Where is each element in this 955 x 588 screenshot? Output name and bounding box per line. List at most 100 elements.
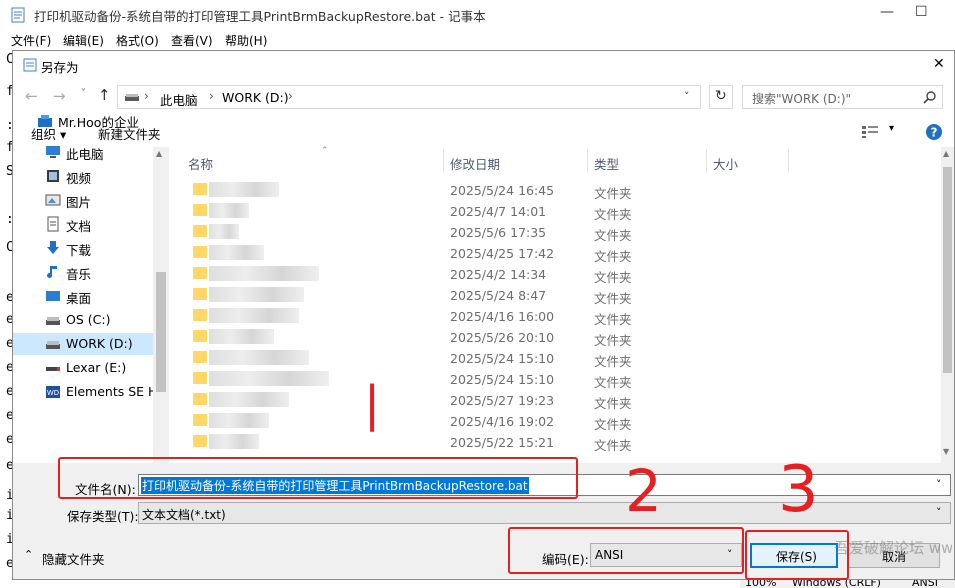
filetype-dropdown-icon[interactable]: ˅ [936,506,942,519]
menu-edit[interactable]: 编辑(E) [63,32,104,49]
file-date: 2025/5/24 15:10 [450,351,555,366]
forward-arrow-icon[interactable]: → [53,87,66,105]
scroll-thumb[interactable] [156,272,166,392]
view-options-icon[interactable] [862,126,880,138]
sidebar-item-lexar-e[interactable]: Lexar (E:) [13,357,153,379]
help-icon[interactable]: ? [925,123,943,141]
hide-folders-button[interactable]: 隐藏文件夹 [42,549,105,568]
file-list: 名称 ⌃ 修改日期 类型 大小 2025/5/24 16:45 文件夹 2025/4… [169,146,941,463]
menu-view[interactable]: 查看(V) [171,32,213,49]
maximize-button[interactable]: ☐ [915,4,928,20]
refresh-icon: ↻ [715,88,727,104]
redacted-name [209,245,264,260]
sidebar-item-[interactable]: 视频 [13,165,153,187]
annotation-mark-one: | [364,376,381,432]
sidebar-item-os-c[interactable]: OS (C:) [13,309,153,331]
file-list-scrollbar[interactable]: ▲ ▼ [941,147,954,463]
sidebar-item-label: 视频 [66,171,92,186]
file-row[interactable]: 2025/4/7 14:01 文件夹 [169,201,941,222]
sidebar-item-[interactable]: 此电脑 [13,141,153,163]
file-date: 2025/4/2 14:34 [450,267,547,282]
path-segment-work[interactable]: WORK (D:) [222,90,289,105]
annotation-mark-two: 2 [625,457,662,525]
file-row[interactable]: 2025/5/26 20:10 文件夹 [169,327,941,348]
path-segment-this-pc[interactable]: 此电脑 [160,90,198,109]
view-dropdown-icon[interactable]: ▾ [889,123,894,134]
notepad-icon [23,58,37,72]
menu-file[interactable]: 文件(F) [11,32,51,49]
search-box[interactable]: 搜索"WORK (D:)" [742,85,943,109]
address-dropdown-icon[interactable]: ˅ [684,90,690,103]
folder-icon [193,204,207,216]
file-row[interactable]: 2025/5/27 19:23 文件夹 [169,390,941,411]
scroll-up-icon[interactable]: ▲ [943,149,949,158]
scroll-down-icon[interactable]: ▼ [943,447,949,456]
file-date: 2025/5/24 16:45 [450,183,555,198]
navigation-pane: Mr.Hoo的企业 此电脑 视频 图片 文档 下载 音乐 桌面 OS (C:) WORK (D:)… [13,115,169,463]
sidebar-item-[interactable]: 音乐 [13,261,153,283]
svg-text:?: ? [931,126,938,140]
video-icon [47,170,59,182]
notepad-menu-bar: 文件(F) 编辑(E) 格式(O) 查看(V) 帮助(H) [0,30,955,50]
menu-format[interactable]: 格式(O) [116,32,159,49]
sidebar-item-mr-hoo[interactable]: Mr.Hoo的企业 [5,109,145,131]
file-row[interactable]: 2025/5/24 8:47 文件夹 [169,285,941,306]
file-date: 2025/5/24 8:47 [450,288,547,303]
minimize-button[interactable]: — [880,4,894,20]
file-row[interactable]: 2025/4/16 16:00 文件夹 [169,306,941,327]
navigation-pane-scrollbar[interactable]: ▲ [153,147,169,463]
column-size[interactable]: 大小 [713,154,738,173]
file-row[interactable]: 2025/5/24 16:45 文件夹 [169,180,941,201]
file-row[interactable]: 2025/4/25 17:42 文件夹 [169,243,941,264]
history-dropdown-icon[interactable]: ˅ [81,88,86,99]
sidebar-item-[interactable]: 图片 [13,189,153,211]
notepad-icon [11,7,25,23]
file-row[interactable]: 2025/5/24 15:10 文件夹 [169,369,941,390]
filetype-select[interactable]: 文本文档(*.txt) ˅ [138,502,951,524]
file-row[interactable]: 2025/5/6 17:35 文件夹 [169,222,941,243]
file-row[interactable]: 2025/4/2 14:34 文件夹 [169,264,941,285]
column-type[interactable]: 类型 [594,154,619,173]
search-input[interactable]: 搜索"WORK (D:)" [752,90,851,107]
svg-text:WD: WD [47,389,59,397]
close-button[interactable]: ✕ [933,56,945,72]
file-row[interactable]: 2025/4/16 19:02 文件夹 [169,411,941,432]
drive-icon [46,317,60,325]
file-row[interactable]: 2025/5/22 15:21 文件夹 [169,432,941,453]
file-row[interactable]: 2025/5/24 15:10 文件夹 [169,348,941,369]
column-date[interactable]: 修改日期 [450,154,500,173]
sidebar-item-label: 图片 [66,195,92,210]
redacted-name [209,371,329,386]
address-bar[interactable]: › 此电脑 › WORK (D:) › ˅ [117,85,701,109]
column-divider[interactable] [788,149,789,173]
refresh-button[interactable]: ↻ [709,85,733,109]
sidebar-item-elements-se-ha[interactable]: WD Elements SE Ha [13,381,165,403]
file-date: 2025/5/24 15:10 [450,372,555,387]
sidebar-item-work-d[interactable]: WORK (D:) [13,333,153,355]
sidebar-item-[interactable]: 下载 [13,237,153,259]
scroll-up-icon[interactable]: ▲ [156,149,162,158]
redacted-name [209,203,249,218]
folder-icon [193,393,207,405]
collapse-icon[interactable]: ⌃ [24,548,33,561]
drive-icon [46,341,60,349]
dialog-title-bar: 另存为 ✕ [13,51,954,79]
pictures-icon [45,194,61,206]
search-icon[interactable] [923,91,936,104]
menu-help[interactable]: 帮助(H) [225,32,267,49]
back-arrow-icon[interactable]: ← [25,87,38,105]
file-type: 文件夹 [594,354,632,369]
folder-icon [193,414,207,426]
column-divider[interactable] [706,149,707,173]
column-divider[interactable] [443,149,444,173]
redacted-name [209,224,239,239]
folder-icon [193,372,207,384]
sidebar-item-[interactable]: 桌面 [13,285,153,307]
up-arrow-icon[interactable]: ↑ [98,86,111,104]
sidebar-item-label: WORK (D:) [66,336,133,351]
sidebar-item-[interactable]: 文档 [13,213,153,235]
filename-dropdown-icon[interactable]: ˅ [936,478,942,491]
column-divider[interactable] [587,149,588,173]
column-name[interactable]: 名称 [188,154,213,173]
scroll-thumb[interactable] [943,167,952,373]
